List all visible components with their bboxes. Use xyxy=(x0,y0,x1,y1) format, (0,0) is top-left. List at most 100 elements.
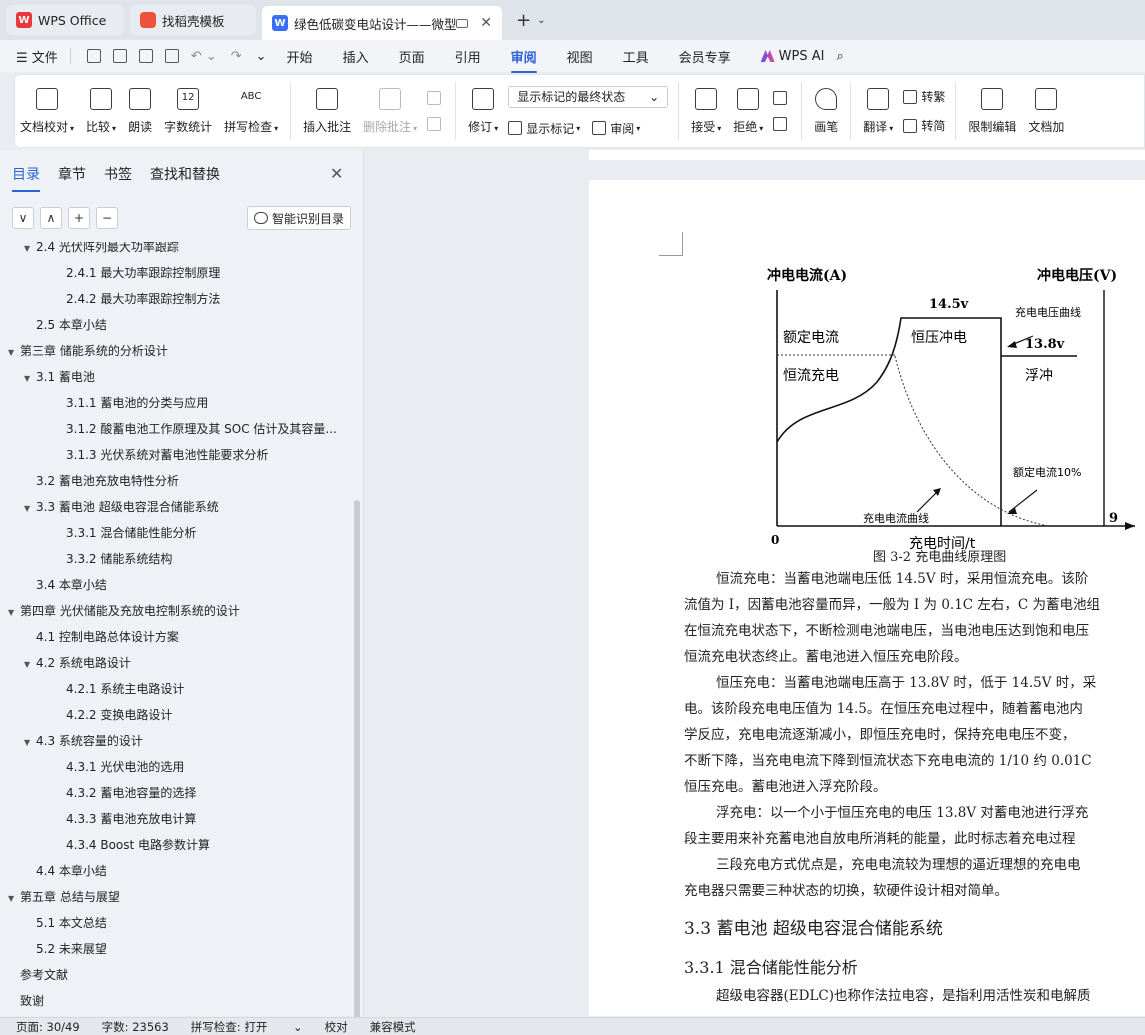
toc-item[interactable]: 4.1 控制电路总体设计方案 xyxy=(36,624,340,650)
proofread-indicator[interactable]: 校对 xyxy=(325,1019,348,1035)
expand-arrow-icon[interactable]: ▼ xyxy=(24,730,36,754)
tab-bookmarks[interactable]: 书签 xyxy=(104,164,132,184)
file-menu[interactable]: ☰ 文件 xyxy=(16,47,58,66)
more-chevron-icon[interactable]: ⌄ xyxy=(256,49,267,64)
monitor-icon[interactable] xyxy=(456,18,469,28)
expand-all-button[interactable]: ∧ xyxy=(40,207,62,229)
to-traditional-button[interactable]: 转繁 xyxy=(903,88,945,105)
spell-check-indicator[interactable]: 拼写检查: 打开 ⌄ xyxy=(191,1019,303,1035)
close-icon[interactable]: ✕ xyxy=(330,164,343,183)
toc-item[interactable]: ▼ 3.1 蓄电池 xyxy=(24,364,340,390)
toc-item[interactable]: ▼ 第三章 储能系统的分析设计 xyxy=(8,338,340,364)
accept-button[interactable]: 接受 ▾ xyxy=(685,74,727,148)
new-tab-icon[interactable]: + xyxy=(516,10,531,31)
toc-item[interactable]: 4.4 本章小结 xyxy=(36,858,340,884)
tab-chapters[interactable]: 章节 xyxy=(58,164,86,184)
markup-select[interactable]: 显示标记的最终状态 ⌄ xyxy=(508,85,669,108)
doc-check-button[interactable]: 文档校对 ▾ xyxy=(14,74,80,148)
delete-comment-button[interactable]: 删除批注 ▾ xyxy=(357,74,423,148)
toc-item[interactable]: 4.3.2 蓄电池容量的选择 xyxy=(66,780,340,806)
toc-item[interactable]: 4.3.4 Boost 电路参数计算 xyxy=(66,832,340,858)
redo-icon[interactable]: ↷ xyxy=(231,49,242,64)
menu-view[interactable]: 视图 xyxy=(567,47,593,66)
chevron-down-icon[interactable]: ⌄ xyxy=(537,15,545,26)
page-indicator[interactable]: 页面: 30/49 xyxy=(16,1019,80,1035)
word-count-indicator[interactable]: 字数: 23563 xyxy=(102,1019,169,1035)
tab-wps-office[interactable]: W WPS Office xyxy=(6,5,124,35)
next-change-button[interactable] xyxy=(773,117,791,131)
toc-item[interactable]: 2.5 本章小结 xyxy=(36,312,340,338)
toc-item[interactable]: ▼ 第四章 光伏储能及充放电控制系统的设计 xyxy=(8,598,340,624)
toc-item[interactable]: ▼ 4.3 系统容量的设计 xyxy=(24,728,340,754)
toc-item[interactable]: 5.1 本文总结 xyxy=(36,910,340,936)
toc-item[interactable]: 2.4.2 最大功率跟踪控制方法 xyxy=(66,286,340,312)
tab-toc[interactable]: 目录 xyxy=(12,164,40,192)
tab-daoke-templates[interactable]: 找稻壳模板 xyxy=(130,5,256,35)
save-icon[interactable] xyxy=(86,49,101,63)
menu-start[interactable]: 开始 xyxy=(287,47,313,66)
doc-encrypt-button[interactable]: 文档加 xyxy=(1022,74,1070,148)
toc-item[interactable]: 4.2.1 系统主电路设计 xyxy=(66,676,340,702)
menu-reference[interactable]: 引用 xyxy=(455,47,481,66)
print-icon[interactable] xyxy=(138,49,153,63)
toc-item[interactable]: 2.4.1 最大功率跟踪控制原理 xyxy=(66,260,340,286)
compare-button[interactable]: 比较 ▾ xyxy=(80,74,122,148)
document-page[interactable]: 冲电电流(A) 冲电电压(V) 14.5v 充电电压曲线 13.8v 额定电流 … xyxy=(589,180,1145,1016)
toc-item[interactable]: 3.3.1 混合储能性能分析 xyxy=(66,520,340,546)
toc-item[interactable]: 3.2 蓄电池充放电特性分析 xyxy=(36,468,340,494)
print-preview-icon[interactable] xyxy=(164,49,179,63)
search-icon[interactable]: ⌕ xyxy=(836,49,843,64)
toc-scrollbar[interactable] xyxy=(354,500,360,1020)
toc-item[interactable]: ▼ 第五章 总结与展望 xyxy=(8,884,340,910)
prev-comment-button[interactable] xyxy=(427,91,445,105)
revise-button[interactable]: 修订 ▾ xyxy=(462,74,504,148)
expand-arrow-icon[interactable]: ▼ xyxy=(8,340,20,364)
toc-item[interactable]: 参考文献 xyxy=(20,962,340,988)
toc-item[interactable]: 4.3.1 光伏电池的选用 xyxy=(66,754,340,780)
expand-arrow-icon[interactable]: ▼ xyxy=(24,366,36,390)
tab-document[interactable]: W 绿色低碳变电站设计——微型 ✕ xyxy=(262,6,502,40)
expand-arrow-icon[interactable]: ▼ xyxy=(24,242,36,260)
restrict-edit-button[interactable]: 限制编辑 xyxy=(962,74,1022,148)
toc-item[interactable]: ▼ 4.2 系统电路设计 xyxy=(24,650,340,676)
toc-item[interactable]: 4.3.3 蓄电池充放电计算 xyxy=(66,806,340,832)
word-count-button[interactable]: 12 字数统计 xyxy=(158,74,218,148)
smart-toc-button[interactable]: 智能识别目录 xyxy=(247,206,351,230)
menu-page[interactable]: 页面 xyxy=(399,47,425,66)
toc-item[interactable]: 3.1.2 酸蓄电池工作原理及其 SOC 估计及其容量... xyxy=(66,416,340,442)
wps-ai-button[interactable]: WPS AI xyxy=(760,49,824,64)
toc-item[interactable]: 致谢 xyxy=(20,988,340,1014)
toc-item[interactable]: ▼ 2.4 光伏阵列最大功率跟踪 xyxy=(24,242,340,260)
insert-comment-button[interactable]: 插入批注 xyxy=(297,74,357,148)
reject-button[interactable]: 拒绝 ▾ xyxy=(727,74,769,148)
menu-tools[interactable]: 工具 xyxy=(623,47,649,66)
toc-item[interactable]: 3.3.2 储能系统结构 xyxy=(66,546,340,572)
translate-button[interactable]: 翻译 ▾ xyxy=(857,74,899,148)
show-markup-button[interactable]: 显示标记 xyxy=(526,120,574,137)
expand-arrow-icon[interactable]: ▼ xyxy=(24,652,36,676)
to-simplified-button[interactable]: 转简 xyxy=(903,117,945,134)
collapse-all-button[interactable]: ∨ xyxy=(12,207,34,229)
toc-item[interactable]: 3.1.1 蓄电池的分类与应用 xyxy=(66,390,340,416)
review-pane-button[interactable]: 审阅 xyxy=(610,120,634,137)
export-icon[interactable] xyxy=(112,49,127,63)
menu-insert[interactable]: 插入 xyxy=(343,47,369,66)
toc-item[interactable]: ▼ 3.3 蓄电池 超级电容混合储能系统 xyxy=(24,494,340,520)
undo-icon[interactable]: ↶ ⌄ xyxy=(191,49,217,64)
pen-button[interactable]: 画笔 xyxy=(808,74,844,148)
read-aloud-button[interactable]: 朗读 xyxy=(122,74,158,148)
menu-member[interactable]: 会员专享 xyxy=(679,47,731,66)
close-tab-icon[interactable]: ✕ xyxy=(480,15,492,31)
next-comment-button[interactable] xyxy=(427,117,445,131)
toc-item[interactable]: 3.4 本章小结 xyxy=(36,572,340,598)
toc-item[interactable]: 3.1.3 光伏系统对蓄电池性能要求分析 xyxy=(66,442,340,468)
tab-find-replace[interactable]: 查找和替换 xyxy=(150,164,220,184)
expand-arrow-icon[interactable]: ▼ xyxy=(8,886,20,910)
expand-arrow-icon[interactable]: ▼ xyxy=(8,600,20,624)
add-heading-button[interactable]: + xyxy=(68,207,90,229)
toc-item[interactable]: 4.2.2 变换电路设计 xyxy=(66,702,340,728)
toc-item[interactable]: 5.2 未来展望 xyxy=(36,936,340,962)
prev-change-button[interactable] xyxy=(773,91,791,105)
remove-heading-button[interactable]: − xyxy=(96,207,118,229)
menu-review[interactable]: 审阅 xyxy=(510,47,537,73)
